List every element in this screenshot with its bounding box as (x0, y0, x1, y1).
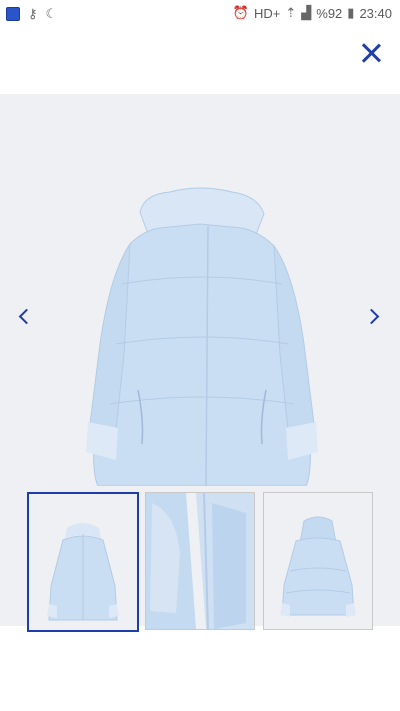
network-type: HD+ (253, 5, 281, 21)
signal-icon: ▟ (301, 5, 312, 20)
image-viewer (0, 94, 400, 632)
thumbnail-back-image (280, 516, 356, 617)
thumbnail-front-image (47, 523, 119, 621)
battery-level: %92 (316, 5, 343, 21)
thumbnail-detail-image (146, 493, 254, 629)
key-icon: ⚷ (28, 6, 38, 21)
viewer-header (0, 28, 400, 94)
close-button[interactable] (360, 42, 382, 64)
status-right: ⏰ HD+ ⇡ ▟ %92 ▮ 23:40 (233, 5, 392, 21)
alarm-icon: ⏰ (232, 5, 249, 20)
footer-area (0, 632, 400, 711)
coat-front-image (86, 187, 318, 487)
chevron-left-icon (18, 308, 35, 325)
thumbnail-strip (0, 492, 400, 632)
next-image-button[interactable] (362, 304, 386, 328)
thumbnail-front[interactable] (27, 492, 139, 632)
chevron-right-icon (363, 308, 380, 325)
clock: 23:40 (359, 5, 392, 21)
battery-icon: ▮ (347, 5, 355, 20)
main-product-image[interactable] (60, 94, 340, 487)
status-bar: ⚷ ☾ ⏰ HD+ ⇡ ▟ %92 ▮ 23:40 (0, 0, 400, 28)
status-left: ⚷ ☾ (6, 6, 57, 22)
thumbnail-back[interactable] (263, 492, 373, 630)
wifi-icon: ⇡ (285, 5, 297, 20)
moon-icon: ☾ (45, 6, 58, 21)
previous-image-button[interactable] (14, 304, 38, 328)
app-notification-icon (6, 7, 20, 21)
thumbnail-detail[interactable] (145, 492, 255, 630)
